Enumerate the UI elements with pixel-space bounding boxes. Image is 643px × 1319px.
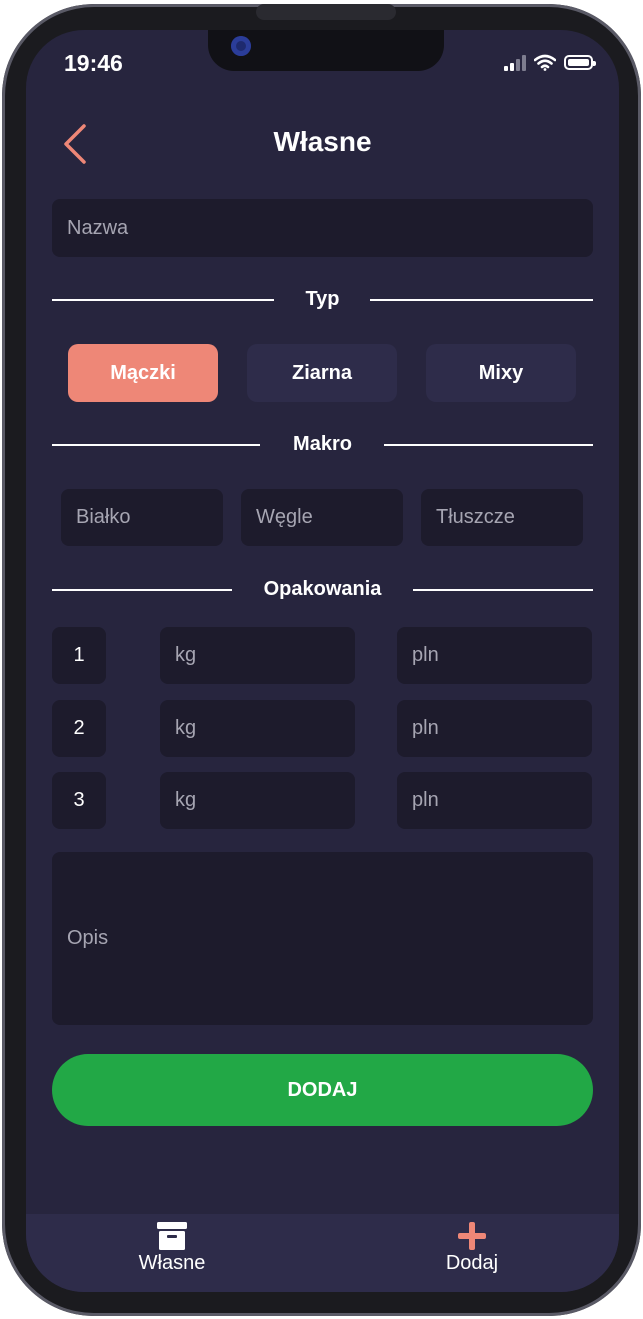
fat-placeholder: Tłuszcze <box>436 506 515 528</box>
tab-bar: Własne Dodaj <box>26 1214 619 1292</box>
divider-right <box>413 589 593 591</box>
divider-right <box>370 299 593 301</box>
protein-input[interactable]: Białko <box>61 489 223 546</box>
tab-label: Własne <box>138 1252 206 1274</box>
signal-icon <box>504 54 526 71</box>
page-title: Własne <box>273 126 372 157</box>
type-button-maczki[interactable]: Mączki <box>68 344 218 402</box>
archive-box-icon <box>157 1222 187 1250</box>
package-price-input[interactable]: pln <box>397 700 592 757</box>
package-price-input[interactable]: pln <box>397 772 592 829</box>
package-weight-input[interactable]: kg <box>160 627 355 684</box>
tab-dodaj[interactable]: Dodaj <box>402 1218 542 1275</box>
camera-icon <box>231 36 251 56</box>
package-weight-input[interactable]: kg <box>160 772 355 829</box>
status-icons <box>504 54 596 71</box>
phone-top-button <box>256 4 396 20</box>
name-input[interactable]: Nazwa <box>52 199 593 257</box>
battery-icon <box>564 55 596 70</box>
divider-right <box>384 444 593 446</box>
package-weight-input[interactable]: kg <box>160 700 355 757</box>
price-placeholder: pln <box>412 717 439 739</box>
weight-placeholder: kg <box>175 644 197 666</box>
plus-icon <box>458 1222 486 1250</box>
tab-label: Dodaj <box>445 1252 499 1274</box>
app-screen: 19:46 Własne Nazwa Typ Mączki Ziarna Mix… <box>26 30 619 1292</box>
protein-placeholder: Białko <box>76 506 131 528</box>
tab-wlasne[interactable]: Własne <box>102 1218 242 1275</box>
weight-placeholder: kg <box>175 717 197 739</box>
description-textarea[interactable]: Opis <box>52 852 593 1025</box>
carbs-placeholder: Węgle <box>256 506 313 528</box>
price-placeholder: pln <box>412 644 439 666</box>
fat-input[interactable]: Tłuszcze <box>421 489 583 546</box>
submit-button[interactable]: DODAJ <box>52 1054 593 1126</box>
carbs-input[interactable]: Węgle <box>241 489 403 546</box>
type-button-ziarna[interactable]: Ziarna <box>247 344 397 402</box>
package-price-input[interactable]: pln <box>397 627 592 684</box>
price-placeholder: pln <box>412 789 439 811</box>
package-number: 3 <box>52 772 106 829</box>
wifi-icon <box>534 54 556 71</box>
name-placeholder: Nazwa <box>67 216 129 239</box>
status-time: 19:46 <box>64 50 123 76</box>
weight-placeholder: kg <box>175 789 197 811</box>
type-button-mixy[interactable]: Mixy <box>426 344 576 402</box>
description-placeholder: Opis <box>67 927 109 949</box>
package-number: 1 <box>52 627 106 684</box>
package-number: 2 <box>52 700 106 757</box>
